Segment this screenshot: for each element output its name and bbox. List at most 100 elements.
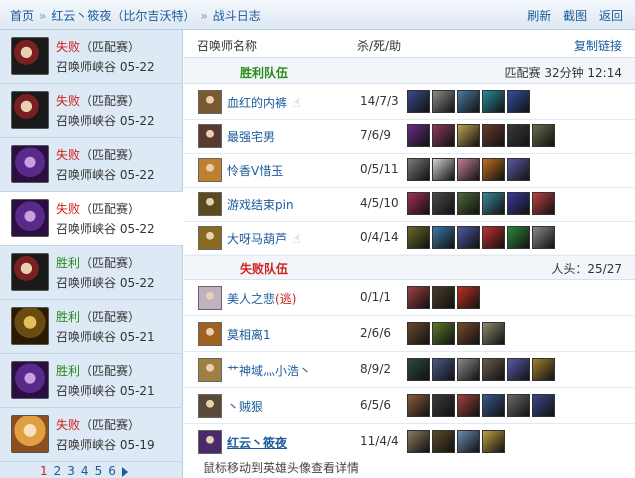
item-icon[interactable] xyxy=(532,192,555,215)
breadcrumb-home[interactable]: 首页 xyxy=(10,9,34,23)
next-page-icon[interactable] xyxy=(121,466,128,477)
item-slots xyxy=(407,358,557,382)
match-item[interactable]: 胜利（匹配赛） 召唤师峡谷 05-21 xyxy=(0,354,183,408)
match-item[interactable]: 失败（匹配赛） 召唤师峡谷 05-19 xyxy=(0,408,183,462)
summoner-name[interactable]: 大呀马葫芦 ☝ xyxy=(227,230,300,247)
match-item[interactable]: 胜利（匹配赛） 召唤师峡谷 05-21 xyxy=(0,300,183,354)
page-link-5[interactable]: 5 xyxy=(95,464,103,478)
champion-icon[interactable] xyxy=(198,430,222,454)
item-icon[interactable] xyxy=(507,158,530,181)
breadcrumb-player[interactable]: 红云丶筱夜（比尔吉沃特） xyxy=(51,9,195,23)
win-team-header: 胜利队伍 匹配赛 32分钟 12:14 xyxy=(184,58,635,84)
summoner-name[interactable]: 血红的内裤 ☝ xyxy=(227,94,300,111)
page-link-3[interactable]: 3 xyxy=(67,464,75,478)
item-icon[interactable] xyxy=(407,226,430,249)
item-icon[interactable] xyxy=(407,90,430,113)
match-item[interactable]: 失败（匹配赛） 召唤师峡谷 05-22 xyxy=(0,192,184,246)
summoner-name[interactable]: 美人之悲(逃) xyxy=(227,290,296,307)
copy-link-button[interactable]: 复制链接 xyxy=(574,37,622,54)
item-icon[interactable] xyxy=(482,158,505,181)
item-icon[interactable] xyxy=(407,358,430,381)
item-icon[interactable] xyxy=(532,394,555,417)
summoner-name[interactable]: 莫相离1 xyxy=(227,326,271,343)
summoner-name[interactable]: 游戏结束pin xyxy=(227,196,294,213)
item-icon[interactable] xyxy=(507,226,530,249)
item-icon[interactable] xyxy=(407,158,430,181)
item-icon[interactable] xyxy=(482,322,505,345)
champion-icon[interactable] xyxy=(198,158,222,182)
summoner-name[interactable]: 艹神域灬小浩丶 xyxy=(227,362,311,379)
item-icon[interactable] xyxy=(482,226,505,249)
item-icon[interactable] xyxy=(482,394,505,417)
item-icon[interactable] xyxy=(532,358,555,381)
item-icon[interactable] xyxy=(457,430,480,453)
player-row: 怜香V惜玉 0/5/11 xyxy=(184,152,635,188)
champion-icon[interactable] xyxy=(198,322,222,346)
item-icon[interactable] xyxy=(507,358,530,381)
match-item[interactable]: 胜利（匹配赛） 召唤师峡谷 05-22 xyxy=(0,246,183,300)
item-icon[interactable] xyxy=(432,430,455,453)
item-icon[interactable] xyxy=(432,226,455,249)
page-link-1[interactable]: 1 xyxy=(40,464,48,478)
item-icon[interactable] xyxy=(457,158,480,181)
champion-icon[interactable] xyxy=(198,124,222,148)
item-icon[interactable] xyxy=(407,192,430,215)
item-icon[interactable] xyxy=(482,358,505,381)
screenshot-button[interactable]: 截图 xyxy=(563,9,587,23)
item-icon[interactable] xyxy=(482,430,505,453)
item-icon[interactable] xyxy=(432,286,455,309)
champion-avatar xyxy=(11,415,49,453)
item-icon[interactable] xyxy=(407,124,430,147)
item-icon[interactable] xyxy=(457,124,480,147)
item-icon[interactable] xyxy=(507,192,530,215)
match-map-date: 召唤师峡谷 05-21 xyxy=(56,330,155,344)
item-icon[interactable] xyxy=(457,322,480,345)
item-icon[interactable] xyxy=(407,394,430,417)
item-icon[interactable] xyxy=(532,124,555,147)
page-link-2[interactable]: 2 xyxy=(54,464,62,478)
item-icon[interactable] xyxy=(432,90,455,113)
item-icon[interactable] xyxy=(482,124,505,147)
item-icon[interactable] xyxy=(482,90,505,113)
item-icon[interactable] xyxy=(432,322,455,345)
item-icon[interactable] xyxy=(457,192,480,215)
item-icon[interactable] xyxy=(507,394,530,417)
item-icon[interactable] xyxy=(407,322,430,345)
item-icon[interactable] xyxy=(407,286,430,309)
champion-icon[interactable] xyxy=(198,192,222,216)
champion-icon[interactable] xyxy=(198,226,222,250)
item-icon[interactable] xyxy=(532,226,555,249)
champion-icon[interactable] xyxy=(198,90,222,114)
item-icon[interactable] xyxy=(507,90,530,113)
champion-icon[interactable] xyxy=(198,286,222,310)
item-icon[interactable] xyxy=(457,394,480,417)
kda-value: 0/5/11 xyxy=(360,162,399,176)
item-icon[interactable] xyxy=(432,124,455,147)
item-icon[interactable] xyxy=(457,286,480,309)
item-icon[interactable] xyxy=(482,192,505,215)
match-item[interactable]: 失败（匹配赛） 召唤师峡谷 05-22 xyxy=(0,138,183,192)
item-icon[interactable] xyxy=(432,158,455,181)
item-icon[interactable] xyxy=(507,124,530,147)
summoner-name[interactable]: 丶贼狠 xyxy=(227,398,263,415)
refresh-button[interactable]: 刷新 xyxy=(527,9,551,23)
match-item[interactable]: 失败（匹配赛） 召唤师峡谷 05-22 xyxy=(0,84,183,138)
summoner-name[interactable]: 怜香V惜玉 xyxy=(227,162,283,179)
item-icon[interactable] xyxy=(432,394,455,417)
player-row: 丶贼狠 6/5/6 xyxy=(184,388,635,424)
item-icon[interactable] xyxy=(457,226,480,249)
page-link-4[interactable]: 4 xyxy=(81,464,89,478)
item-icon[interactable] xyxy=(407,430,430,453)
page-link-6[interactable]: 6 xyxy=(108,464,116,478)
item-icon[interactable] xyxy=(432,192,455,215)
back-button[interactable]: 返回 xyxy=(599,9,623,23)
breadcrumb-page[interactable]: 战斗日志 xyxy=(213,9,261,23)
item-icon[interactable] xyxy=(457,358,480,381)
champion-icon[interactable] xyxy=(198,358,222,382)
summoner-name[interactable]: 最强宅男 xyxy=(227,128,275,145)
item-icon[interactable] xyxy=(432,358,455,381)
match-item[interactable]: 失败（匹配赛） 召唤师峡谷 05-22 xyxy=(0,30,183,84)
item-icon[interactable] xyxy=(457,90,480,113)
champion-icon[interactable] xyxy=(198,394,222,418)
summoner-name[interactable]: 红云丶筱夜 xyxy=(227,434,287,451)
